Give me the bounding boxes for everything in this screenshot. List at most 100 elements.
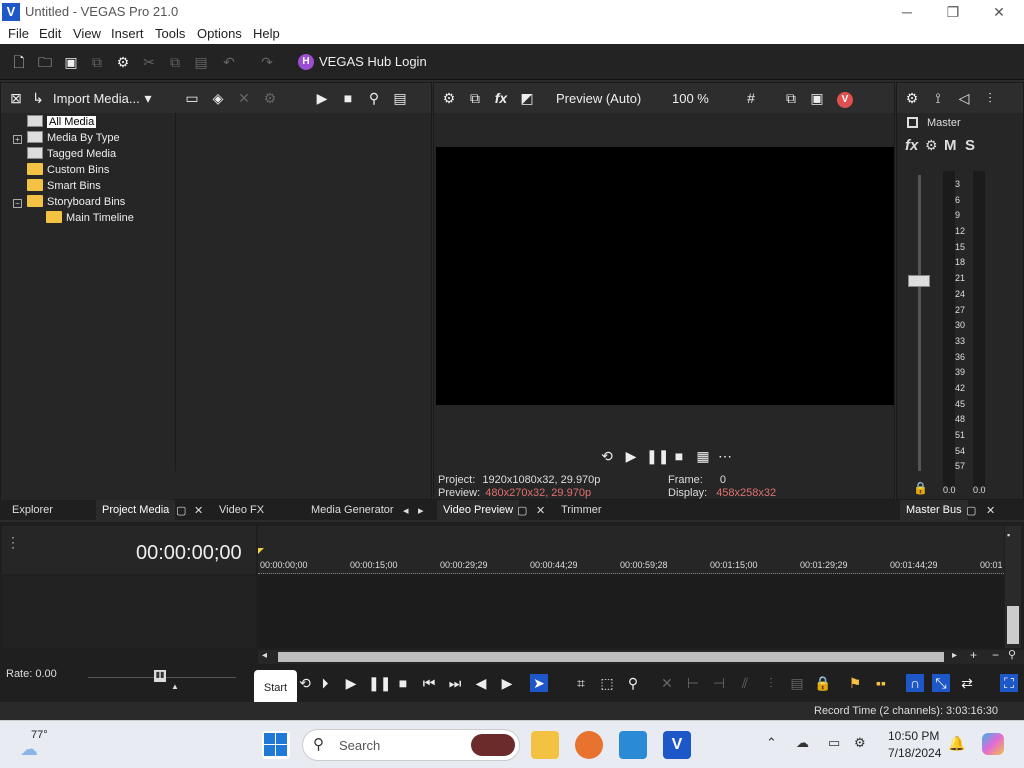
taskbar-search[interactable]: ⚲ Search xyxy=(302,729,520,761)
tab-trimmer[interactable]: Trimmer xyxy=(561,504,602,516)
tree-smart-bins[interactable]: Smart Bins xyxy=(27,179,101,192)
go-to-end-icon[interactable]: ⏭ xyxy=(446,674,464,692)
chevron-up-icon[interactable]: ⌃ xyxy=(766,735,777,751)
volume-fader-track[interactable] xyxy=(918,175,921,471)
open-folder-icon[interactable]: 🗀 xyxy=(36,53,54,71)
play-icon[interactable]: ▶ xyxy=(342,674,360,692)
zoom-in-icon[interactable]: + xyxy=(970,648,977,662)
track-list[interactable] xyxy=(2,576,256,648)
menu-tools[interactable]: Tools xyxy=(155,26,185,41)
import-media-button[interactable]: Import Media... xyxy=(53,91,140,106)
menu-insert[interactable]: Insert xyxy=(111,26,144,41)
horizontal-scrollbar[interactable]: ◂ ▸ + − ⚲ xyxy=(258,648,1024,664)
vegas-hub-icon[interactable]: H xyxy=(298,54,314,70)
menu-edit[interactable]: Edit xyxy=(39,26,61,41)
envelope-tool-icon[interactable]: ⌗ xyxy=(572,674,590,692)
timecode-display[interactable]: 00:00:00;00 xyxy=(136,542,242,565)
ripple-icon[interactable]: ⫶ xyxy=(762,674,780,692)
zoom-tool-icon[interactable]: ⚲ xyxy=(1008,648,1016,661)
expand-icon[interactable]: + xyxy=(13,135,22,144)
frame-icon[interactable]: ▦ xyxy=(694,447,712,465)
vegas-taskbar-icon[interactable]: V xyxy=(663,731,691,759)
scroll-right-icon[interactable]: ▸ xyxy=(952,650,957,661)
properties-icon[interactable]: ⚙ xyxy=(261,89,279,107)
previous-frame-icon[interactable]: ◀ xyxy=(472,674,490,692)
file-explorer-icon[interactable] xyxy=(531,731,559,759)
master-fx-button[interactable]: fx xyxy=(905,137,918,154)
weather-icon[interactable]: ☁ xyxy=(20,739,38,760)
import-media-icon[interactable]: ↳ xyxy=(29,89,47,107)
gear-icon[interactable]: ⚙ xyxy=(903,89,921,107)
dim-output-icon[interactable]: ◁ xyxy=(955,89,973,107)
gear-icon[interactable]: ⚙ xyxy=(114,53,132,71)
zoom-tool-icon[interactable]: ⚲ xyxy=(624,674,642,692)
tab-explorer[interactable]: Explorer xyxy=(12,504,53,516)
selection-tool-icon[interactable]: ⬚ xyxy=(598,674,616,692)
vegas-icon[interactable]: V xyxy=(837,92,853,108)
lock-icon[interactable]: 🔒 xyxy=(913,481,928,495)
tab-master-bus-undock-icon[interactable]: ▢ xyxy=(966,504,976,517)
weather-temp[interactable]: 77° xyxy=(31,729,48,741)
close-button[interactable]: ✕ xyxy=(976,2,1022,22)
cut-icon[interactable]: ✂ xyxy=(140,53,158,71)
tree-custom-bins[interactable]: Custom Bins xyxy=(27,163,109,176)
lock-icon[interactable]: 🔒 xyxy=(814,674,832,692)
menu-help[interactable]: Help xyxy=(253,26,280,41)
fx-icon[interactable]: fx xyxy=(492,89,510,107)
mixer-icon[interactable]: ⫶ xyxy=(981,89,999,107)
tab-project-media-undock-icon[interactable]: ▢ xyxy=(176,504,186,517)
play-from-start-icon[interactable]: ⏵ xyxy=(316,674,334,692)
vertical-scrollbar[interactable]: ▪ xyxy=(1005,526,1021,648)
stop-icon[interactable]: ■ xyxy=(394,674,412,692)
notepad-icon[interactable] xyxy=(619,731,647,759)
tree-storyboard-bins[interactable]: Storyboard Bins xyxy=(27,195,125,208)
stop-icon[interactable]: ■ xyxy=(670,447,688,465)
auto-ripple-icon[interactable]: ⇄ xyxy=(958,674,976,692)
pause-icon[interactable]: ❚❚ xyxy=(646,447,669,465)
save-snapshot-icon[interactable]: ▣ xyxy=(808,89,826,107)
tree-media-by-type[interactable]: Media By Type xyxy=(27,131,120,144)
clock-time[interactable]: 10:50 PM xyxy=(888,729,939,743)
render-icon[interactable]: ⧉ xyxy=(88,53,106,71)
volume-fader-handle[interactable] xyxy=(908,275,930,287)
vertical-scroll-thumb[interactable] xyxy=(1007,606,1019,644)
lock-envelopes-icon[interactable]: ⛶ xyxy=(1000,674,1018,692)
remove-icon[interactable]: ✕ xyxy=(235,89,253,107)
scroll-left-icon[interactable]: ◂ xyxy=(262,650,267,661)
onedrive-icon[interactable]: ☁ xyxy=(796,735,809,751)
external-monitor-icon[interactable]: ⧉ xyxy=(466,89,484,107)
tab-video-preview-close-icon[interactable]: ✕ xyxy=(536,504,545,517)
tab-video-fx[interactable]: Video FX xyxy=(219,504,264,516)
tab-scroll-left-icon[interactable]: ◂ xyxy=(403,504,409,517)
mute-button[interactable]: M xyxy=(944,137,957,154)
start-button[interactable] xyxy=(262,731,290,759)
track-area[interactable] xyxy=(258,576,1004,648)
rate-slider-handle[interactable]: ▮▮ xyxy=(154,670,166,682)
group-icon[interactable]: ▤ xyxy=(788,674,806,692)
downmix-icon[interactable]: ⟟ xyxy=(929,89,947,107)
capture-icon[interactable]: ▭ xyxy=(183,89,201,107)
auto-crossfade-icon[interactable]: ⤡ xyxy=(932,674,950,692)
tree-tagged-media[interactable]: Tagged Media xyxy=(27,147,116,160)
save-icon[interactable]: ▣ xyxy=(62,53,80,71)
menu-options[interactable]: Options xyxy=(197,26,242,41)
trim-end-icon[interactable]: ⊣ xyxy=(710,674,728,692)
tab-project-media-close-icon[interactable]: ✕ xyxy=(194,504,203,517)
cursor-marker-icon[interactable] xyxy=(258,548,264,554)
volume-icon[interactable]: ⚙ xyxy=(854,735,866,751)
network-icon[interactable]: ▭ xyxy=(828,735,840,751)
paste-icon[interactable]: ▤ xyxy=(192,53,210,71)
copy-snapshot-icon[interactable]: ⧉ xyxy=(782,89,800,107)
notification-bell-icon[interactable]: 🔔 xyxy=(948,735,965,752)
next-frame-icon[interactable]: ▶ xyxy=(498,674,516,692)
tab-master-bus[interactable]: Master Bus xyxy=(900,500,968,520)
snapping-icon[interactable]: ∩ xyxy=(906,674,924,692)
timeline-ruler[interactable]: 00:00:00;00 00:00:15;00 00:00:29;29 00:0… xyxy=(258,526,1004,574)
delete-icon[interactable]: ✕ xyxy=(658,674,676,692)
tree-all-media[interactable]: All Media xyxy=(27,115,97,128)
region-icon[interactable]: ▪▪ xyxy=(872,674,890,692)
chevron-down-icon[interactable]: ▾ xyxy=(139,89,157,107)
get-media-icon[interactable]: ◈ xyxy=(209,89,227,107)
split-icon[interactable]: ⫽ xyxy=(736,674,754,692)
tab-scroll-right-icon[interactable]: ▸ xyxy=(418,504,424,517)
